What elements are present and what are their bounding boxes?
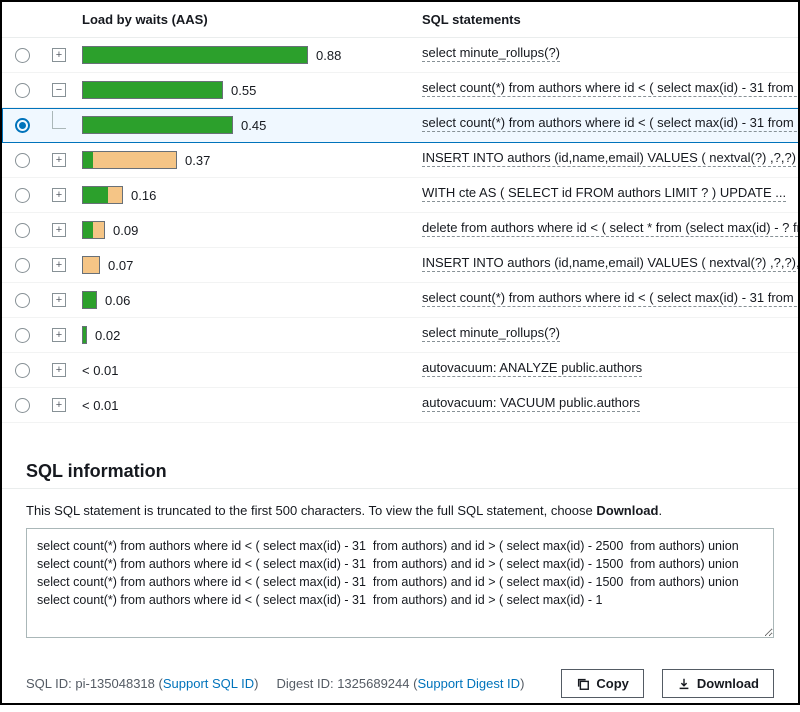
table-row[interactable]: +0.02 select minute_rollups(?)	[2, 318, 798, 353]
support-sql-id-link[interactable]: Support SQL ID	[163, 676, 254, 691]
table-row[interactable]: +0.16 WITH cte AS ( SELECT id FROM author…	[2, 178, 798, 213]
load-value: 0.88	[316, 48, 341, 63]
load-bar	[82, 46, 308, 64]
load-bar	[82, 151, 177, 169]
table-row[interactable]: +0.88 select minute_rollups(?)	[2, 38, 798, 73]
divider	[2, 488, 798, 489]
row-radio[interactable]	[15, 223, 30, 238]
table-row[interactable]: 0.45 select count(*) from authors where i…	[2, 108, 798, 143]
sql-load-table-scroll[interactable]: Load by waits (AAS) SQL statements +0.88…	[2, 2, 798, 447]
row-radio[interactable]	[15, 83, 30, 98]
load-value: 0.16	[131, 188, 156, 203]
sql-statement-link[interactable]: autovacuum: VACUUM public.authors	[422, 395, 640, 412]
row-radio[interactable]	[15, 188, 30, 203]
sql-statement-link[interactable]: WITH cte AS ( SELECT id FROM authors LIM…	[422, 185, 786, 202]
sql-statement-link[interactable]: autovacuum: ANALYZE public.authors	[422, 360, 642, 377]
sql-load-table: Load by waits (AAS) SQL statements +0.88…	[2, 2, 798, 423]
row-radio[interactable]	[15, 153, 30, 168]
load-bar	[82, 256, 100, 274]
sql-statement-link[interactable]: INSERT INTO authors (id,name,email) VALU…	[422, 255, 798, 272]
load-bar	[82, 116, 233, 134]
sql-information-panel: SQL information This SQL statement is tr…	[2, 447, 798, 655]
sql-text-box[interactable]	[26, 528, 774, 638]
expand-icon[interactable]: +	[52, 258, 66, 272]
row-radio[interactable]	[15, 118, 30, 133]
expand-icon[interactable]: +	[52, 223, 66, 237]
download-icon	[677, 677, 691, 691]
load-value: 0.45	[241, 118, 266, 133]
load-bar	[82, 81, 223, 99]
sql-statement-link[interactable]: select count(*) from authors where id < …	[422, 115, 798, 132]
row-radio[interactable]	[15, 293, 30, 308]
load-bar	[82, 326, 87, 344]
row-radio[interactable]	[15, 328, 30, 343]
load-value: 0.09	[113, 223, 138, 238]
expand-icon[interactable]: +	[52, 188, 66, 202]
sql-statement-link[interactable]: select count(*) from authors where id < …	[422, 290, 798, 307]
table-row[interactable]: + < 0.01 autovacuum: ANALYZE public.author…	[2, 353, 798, 388]
load-value: < 0.01	[82, 398, 119, 413]
table-row[interactable]: − 0.55 select count(*) from authors where …	[2, 73, 798, 108]
row-radio[interactable]	[15, 48, 30, 63]
row-radio[interactable]	[15, 398, 30, 413]
load-value: 0.02	[95, 328, 120, 343]
load-bar	[82, 221, 105, 239]
sql-statement-link[interactable]: select count(*) from authors where id < …	[422, 80, 798, 97]
sql-statement-link[interactable]: select minute_rollups(?)	[422, 45, 560, 62]
load-value: 0.07	[108, 258, 133, 273]
copy-button[interactable]: Copy	[561, 669, 644, 698]
col-header-sql[interactable]: SQL statements	[416, 2, 798, 38]
col-header-load[interactable]: Load by waits (AAS)	[76, 2, 416, 38]
load-value: 0.37	[185, 153, 210, 168]
row-radio[interactable]	[15, 363, 30, 378]
download-button[interactable]: Download	[662, 669, 774, 698]
table-row[interactable]: +0.37 INSERT INTO authors (id,name,email)…	[2, 143, 798, 178]
collapse-icon[interactable]: −	[52, 83, 66, 97]
expand-icon[interactable]: +	[52, 293, 66, 307]
load-bar	[82, 186, 123, 204]
copy-icon	[576, 677, 590, 691]
sql-information-title: SQL information	[26, 461, 774, 482]
table-row[interactable]: +0.06 select count(*) from authors where …	[2, 283, 798, 318]
load-value: < 0.01	[82, 363, 119, 378]
table-row[interactable]: +0.07 INSERT INTO authors (id,name,email)…	[2, 248, 798, 283]
expand-icon[interactable]: +	[52, 398, 66, 412]
table-row[interactable]: + < 0.01 autovacuum: VACUUM public.authors	[2, 388, 798, 423]
sql-statement-link[interactable]: INSERT INTO authors (id,name,email) VALU…	[422, 150, 796, 167]
sql-statement-link[interactable]: select minute_rollups(?)	[422, 325, 560, 342]
table-row[interactable]: +0.09 delete from authors where id < ( se…	[2, 213, 798, 248]
expand-icon[interactable]: +	[52, 328, 66, 342]
load-value: 0.55	[231, 83, 256, 98]
support-digest-id-link[interactable]: Support Digest ID	[417, 676, 520, 691]
row-radio[interactable]	[15, 258, 30, 273]
expand-icon[interactable]: +	[52, 363, 66, 377]
expand-icon[interactable]: +	[52, 153, 66, 167]
load-value: 0.06	[105, 293, 130, 308]
expand-icon[interactable]: +	[52, 48, 66, 62]
footer-bar: SQL ID: pi-135048318 (Support SQL ID) Di…	[2, 655, 798, 712]
sql-statement-link[interactable]: delete from authors where id < ( select …	[422, 220, 798, 237]
digest-id: Digest ID: 1325689244 (Support Digest ID…	[277, 676, 525, 691]
sql-id: SQL ID: pi-135048318 (Support SQL ID)	[26, 676, 259, 691]
truncation-note: This SQL statement is truncated to the f…	[26, 503, 774, 518]
tree-connector-icon	[52, 111, 66, 129]
load-bar	[82, 291, 97, 309]
